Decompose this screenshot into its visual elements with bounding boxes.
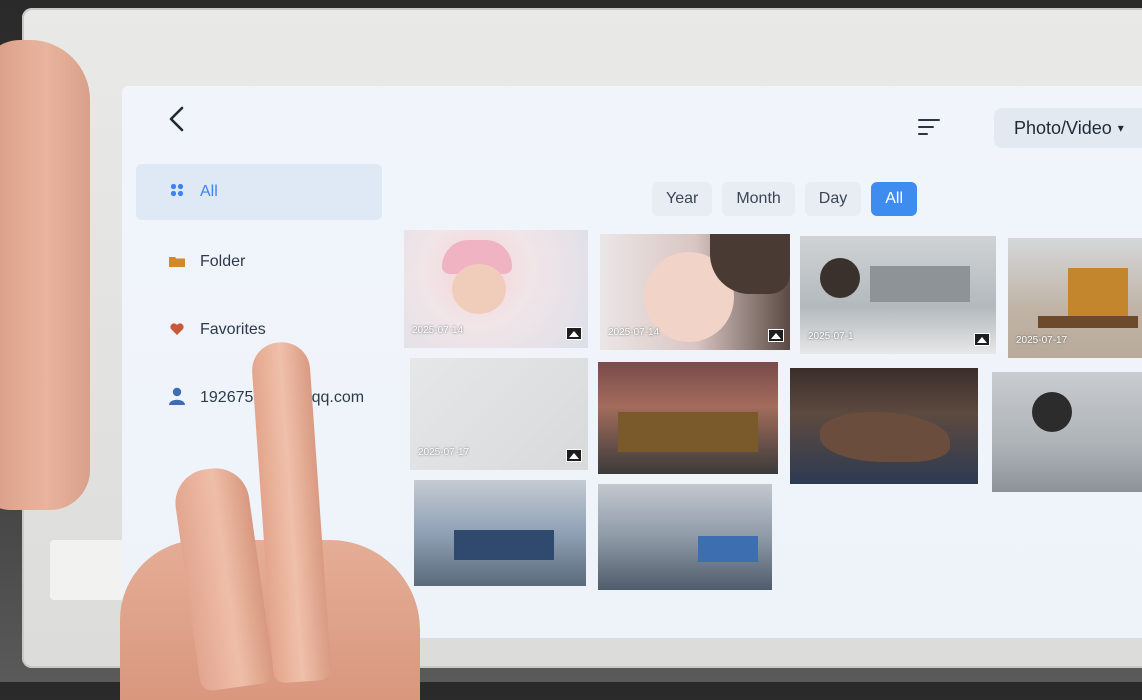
filter-month[interactable]: Month: [722, 182, 795, 216]
photo-subject: [698, 536, 758, 562]
folder-icon: [168, 254, 186, 271]
photo-subject: [1038, 316, 1138, 328]
photo-subject: [452, 264, 506, 314]
photo-subject: [618, 412, 758, 452]
top-bar: Photo/Video ▾: [122, 86, 1142, 168]
photo-subject: [1032, 392, 1072, 432]
photo-date: 2025-07-17: [418, 447, 470, 458]
back-button[interactable]: [162, 102, 192, 136]
photo-grid: 2025-07-14 2025-07-14 2025-07-1 2025-07-…: [404, 230, 1142, 630]
sidebar-item-all[interactable]: All: [136, 164, 382, 220]
image-type-icon: [974, 333, 990, 346]
user-icon: [168, 387, 186, 409]
filter-year[interactable]: Year: [652, 182, 713, 216]
filter-all[interactable]: All: [871, 182, 918, 216]
chevron-down-icon: ▾: [1117, 121, 1124, 135]
photo-tile[interactable]: [992, 372, 1142, 492]
photo-tile[interactable]: [790, 368, 978, 484]
photo-date: 2025-07-17: [1016, 335, 1068, 346]
heart-icon: [168, 322, 186, 339]
photo-date: 2025-07-1: [808, 331, 854, 342]
photo-subject: [820, 258, 860, 298]
photo-tile[interactable]: 2025-07-17: [1008, 238, 1142, 358]
hand-palm: [0, 40, 90, 510]
photo-date: 2025-07-14: [608, 327, 660, 338]
image-type-icon: [566, 449, 582, 462]
photo-subject: [1068, 268, 1128, 318]
image-type-icon: [566, 327, 582, 340]
photo-tile[interactable]: [598, 362, 778, 474]
device-stand: [50, 540, 130, 600]
photo-tile[interactable]: 2025-07-14: [600, 234, 790, 350]
time-filter: Year Month Day All: [652, 182, 918, 216]
sidebar-item-label: Folder: [200, 253, 246, 270]
photo-date: 2025-07-14: [412, 325, 464, 336]
photo-subject: [454, 530, 554, 560]
media-type-dropdown[interactable]: Photo/Video ▾: [994, 108, 1142, 148]
photo-tile[interactable]: 2025-07-1: [800, 236, 996, 354]
sidebar-item-label: 192675: [200, 389, 254, 406]
sidebar-item-folder[interactable]: Folder: [136, 234, 382, 290]
photo-tile[interactable]: 2025-07-14: [404, 230, 588, 348]
sidebar-item-favorites[interactable]: Favorites: [136, 302, 382, 358]
sort-button[interactable]: [918, 114, 948, 140]
grid-icon: [168, 183, 186, 201]
sidebar-item-label: All: [200, 183, 218, 200]
photo-tile[interactable]: 2025-07-17: [410, 358, 588, 470]
chevron-left-icon: [169, 106, 184, 132]
sort-lines-icon: [918, 119, 940, 121]
photo-subject: [870, 266, 970, 302]
photo-subject: [820, 412, 950, 462]
image-type-icon: [768, 329, 784, 342]
filter-day[interactable]: Day: [804, 182, 862, 216]
media-type-label: Photo/Video: [1014, 117, 1112, 138]
sidebar-item-label: Favorites: [200, 321, 266, 338]
photo-tile[interactable]: [414, 480, 586, 586]
photo-tile[interactable]: [598, 484, 772, 590]
